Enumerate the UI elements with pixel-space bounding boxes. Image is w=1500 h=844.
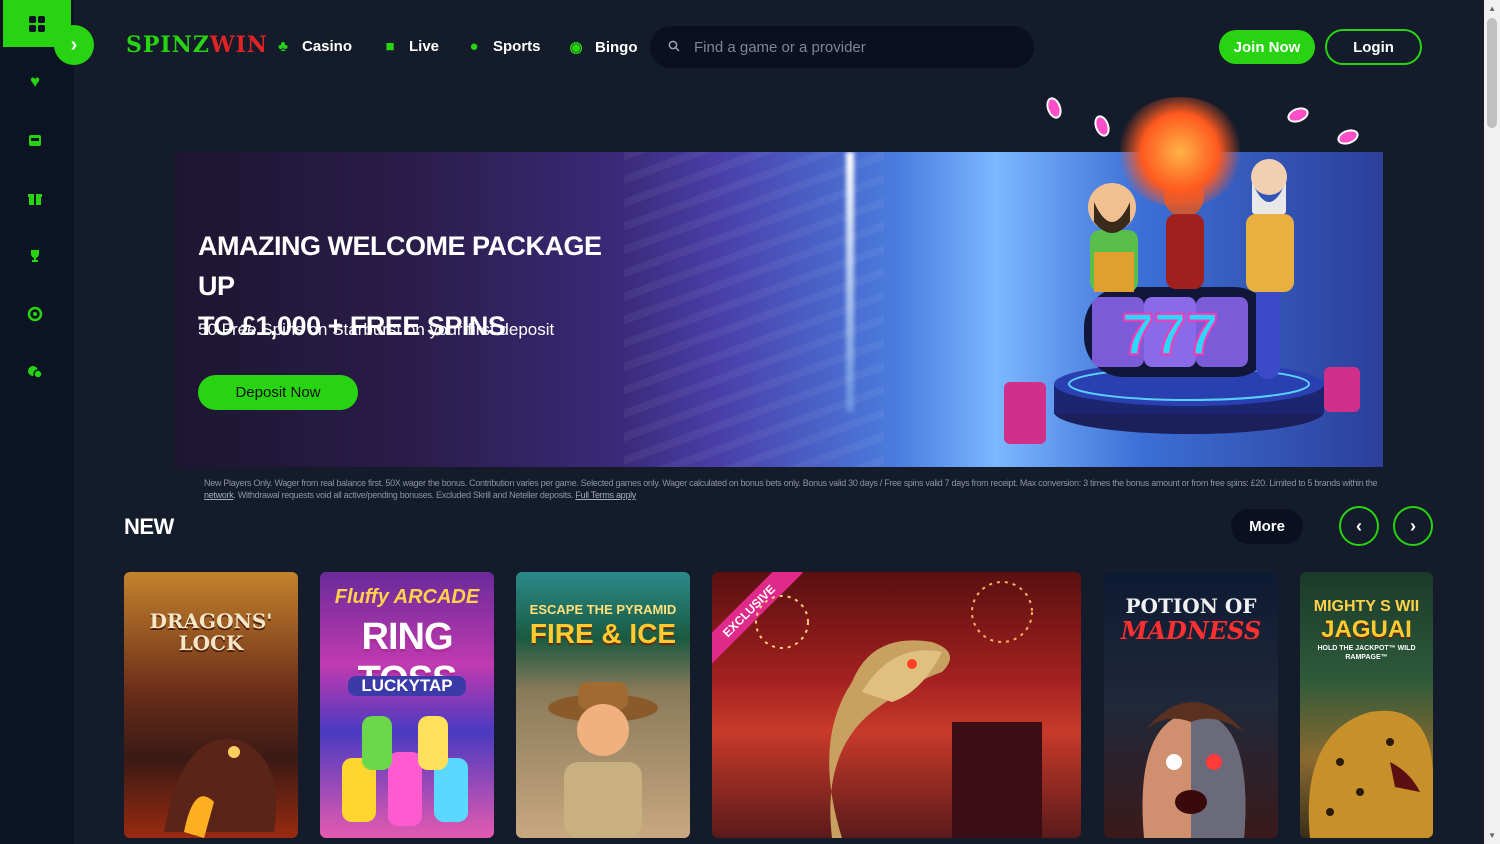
cards-icon: ♣ — [278, 38, 288, 55]
banner-light-beam — [846, 152, 854, 412]
game-title-line1: ESCAPE THE PYRAMID — [529, 602, 677, 617]
carousel-prev-button[interactable]: ‹ — [1339, 506, 1379, 546]
game-card-mighty-jaguar[interactable]: MIGHTY S WII JAGUAI HOLD THE JACKPOT™ WI… — [1300, 572, 1433, 838]
game-card-dragons-lock[interactable]: DRAGONS' LOCK — [124, 572, 298, 838]
full-terms-link[interactable]: Full Terms apply — [575, 490, 636, 500]
terms-body-2: . Withdrawal requests void all active/pe… — [233, 490, 574, 500]
gift-icon[interactable] — [24, 187, 46, 209]
scrollbar[interactable]: ▲ ▼ — [1484, 0, 1500, 844]
game-title-line3: LUCKYTAP — [348, 676, 466, 696]
game-title-line3: HOLD THE JACKPOT™ WILD RAMPAGE™ — [1317, 645, 1416, 661]
search-input[interactable] — [694, 38, 994, 56]
heart-icon[interactable]: ♥ — [24, 71, 46, 93]
game-title-line1: DRAGONS' — [149, 609, 273, 633]
game-title-line2: LOCK — [178, 631, 244, 655]
chevron-right-icon: › — [1410, 515, 1416, 536]
football-icon[interactable] — [24, 303, 46, 325]
nav-bingo[interactable]: ◉ Bingo — [567, 38, 638, 57]
live-dealer-icon: ■ — [385, 38, 395, 55]
sidebar: ♥ — [0, 0, 74, 844]
bottles-art — [342, 716, 468, 826]
nav-casino[interactable]: ♣ Casino — [274, 38, 352, 55]
game-title-line2: MADNESS — [1120, 616, 1262, 645]
game-title: DRAGONS' LOCK — [124, 610, 298, 654]
game-title-line2: FIRE & ICE — [529, 618, 677, 649]
jaguar-art — [1308, 710, 1433, 838]
search-icon — [668, 40, 680, 55]
terms-text: New Players Only. Wager from real balanc… — [204, 477, 1379, 501]
search-bar[interactable] — [650, 26, 1034, 68]
nav-label: Casino — [302, 38, 353, 55]
logo-text-spinz: SPINZ — [126, 32, 210, 58]
login-button[interactable]: Login — [1325, 29, 1422, 65]
game-card-potion-of-madness[interactable]: POTION OF MADNESS — [1104, 572, 1278, 838]
nav-label: Live — [409, 38, 440, 55]
game-title-line1: POTION OF — [1125, 594, 1257, 618]
casino-chip — [1091, 113, 1113, 139]
reel-777-text: 777 — [1122, 302, 1219, 367]
madman-art — [1142, 702, 1246, 838]
casino-chip — [1043, 95, 1065, 121]
game-title-line2: JAGUAI — [1321, 616, 1412, 643]
game-card-escape-the-pyramid[interactable]: ESCAPE THE PYRAMID FIRE & ICE — [516, 572, 690, 838]
nav-sports[interactable]: ● Sports — [465, 38, 541, 55]
logo-text-win: WIN — [209, 32, 268, 58]
game-title-line1: Fluffy ARCADE — [334, 586, 480, 608]
scrollbar-thumb[interactable] — [1487, 18, 1497, 128]
nav-label: Bingo — [595, 38, 638, 56]
network-link[interactable]: network — [204, 490, 234, 500]
slot-machine-icon[interactable] — [24, 129, 46, 151]
game-card-ring-toss[interactable]: Fluffy ARCADE RING TOSS LUCKYTAP — [320, 572, 494, 838]
trophy-icon[interactable] — [24, 245, 46, 267]
nav-live[interactable]: ■ Live — [381, 38, 439, 55]
casino-chip — [1285, 104, 1311, 126]
chevron-left-icon: ‹ — [1356, 515, 1362, 536]
fire-effect — [1115, 97, 1245, 207]
section-title-new: NEW — [124, 514, 174, 539]
sports-ball-icon: ● — [469, 38, 479, 55]
banner-subtitle: 50 Free Spins on Starburst on your first… — [198, 320, 555, 339]
explorer-art — [548, 682, 658, 838]
grid-icon — [29, 15, 45, 32]
chevron-right-icon: › — [70, 33, 78, 56]
banner-streaks — [624, 152, 884, 467]
more-button[interactable]: More — [1231, 509, 1303, 544]
casino-chip — [1335, 126, 1361, 148]
nav-label: Sports — [493, 38, 541, 55]
deposit-now-button[interactable]: Deposit Now — [198, 375, 358, 410]
game-card-exclusive-cobra[interactable]: EXCLUSIVE — [712, 572, 1081, 838]
carousel-next-button[interactable]: › — [1393, 506, 1433, 546]
scroll-down-arrow-icon[interactable]: ▼ — [1488, 831, 1496, 840]
dragon-art — [164, 738, 276, 838]
logo[interactable]: SPINZWIN — [126, 32, 268, 58]
game-title-line1: MIGHTY S WII — [1313, 598, 1420, 615]
sidebar-expand-button[interactable]: › — [54, 25, 94, 65]
terms-body: New Players Only. Wager from real balanc… — [204, 478, 1378, 488]
scroll-up-arrow-icon[interactable]: ▲ — [1488, 4, 1496, 13]
banner-title-line1: AMAZING WELCOME PACKAGE UP — [198, 231, 602, 301]
cobra-art — [755, 581, 1042, 838]
bingo-icon: ◉ — [569, 39, 583, 56]
chat-icon[interactable] — [24, 361, 46, 383]
join-now-button[interactable]: Join Now — [1219, 30, 1315, 64]
